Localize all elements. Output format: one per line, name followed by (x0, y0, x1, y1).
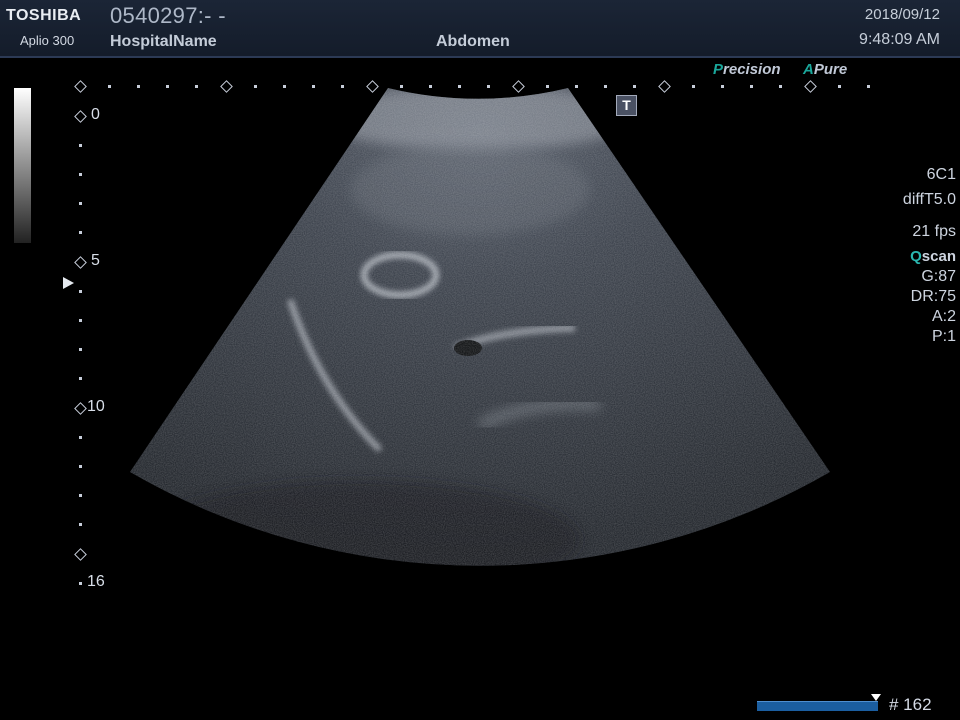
depth-scale-minor-tick (78, 435, 82, 439)
lateral-scale-minor-tick (574, 84, 578, 88)
lateral-scale-minor-tick (136, 84, 140, 88)
depth-scale-minor-tick (78, 318, 82, 322)
lateral-scale-minor-tick (253, 84, 257, 88)
lateral-scale-minor-tick (166, 84, 170, 88)
qscan-label: Qscan (910, 248, 956, 265)
harmonic-mode: diffT5.0 (902, 191, 956, 208)
lateral-scale-minor-tick (750, 84, 754, 88)
focus-marker-icon[interactable] (63, 277, 74, 289)
depth-label-16: 16 (87, 573, 105, 590)
depth-scale-minor-tick (78, 377, 82, 381)
depth-scale-minor-tick (78, 172, 82, 176)
probe-name: 6C1 (926, 166, 956, 183)
lateral-scale-minor-tick (487, 84, 491, 88)
depth-label-0: 0 (91, 106, 100, 123)
lateral-scale-minor-tick (604, 84, 608, 88)
lateral-scale-minor-tick (312, 84, 316, 88)
lateral-scale-minor-tick (779, 84, 783, 88)
depth-label-10: 10 (87, 398, 105, 415)
depth-scale-minor-tick (78, 289, 82, 293)
lateral-scale-minor-tick (195, 84, 199, 88)
depth-scale-minor-tick (78, 523, 82, 527)
depth-scale-minor-tick (78, 464, 82, 468)
lateral-scale-minor-tick (837, 84, 841, 88)
gain-value: G:87 (921, 268, 956, 285)
a-value: A:2 (931, 308, 956, 325)
lateral-scale-minor-tick (691, 84, 695, 88)
lateral-scale-minor-tick (720, 84, 724, 88)
lateral-scale-minor-tick (399, 84, 403, 88)
lateral-scale-minor-tick (866, 84, 870, 88)
frame-number: # 162 (889, 695, 932, 714)
depth-scale-minor-tick (78, 348, 82, 352)
depth-scale-minor-tick (78, 202, 82, 206)
p-value: P:1 (931, 328, 956, 345)
lateral-scale-minor-tick (428, 84, 432, 88)
depth-scale-minor-tick (78, 231, 82, 235)
lateral-scale-minor-tick (545, 84, 549, 88)
cine-position-marker-icon[interactable] (871, 694, 881, 701)
lateral-scale-minor-tick (282, 84, 286, 88)
lateral-scale-minor-tick (633, 84, 637, 88)
frame-rate: 21 fps (912, 223, 956, 240)
depth-label-5: 5 (91, 252, 100, 269)
depth-scale-minor-tick (78, 494, 82, 498)
depth-scale-minor-tick (78, 143, 82, 147)
lateral-scale-minor-tick (107, 84, 111, 88)
cine-progress-bar[interactable] (757, 701, 878, 711)
lateral-scale-minor-tick (458, 84, 462, 88)
dynamic-range-value: DR:75 (910, 288, 956, 305)
ultrasound-image[interactable] (0, 0, 960, 720)
lateral-scale-minor-tick (341, 84, 345, 88)
depth-scale-minor-tick (78, 581, 82, 585)
